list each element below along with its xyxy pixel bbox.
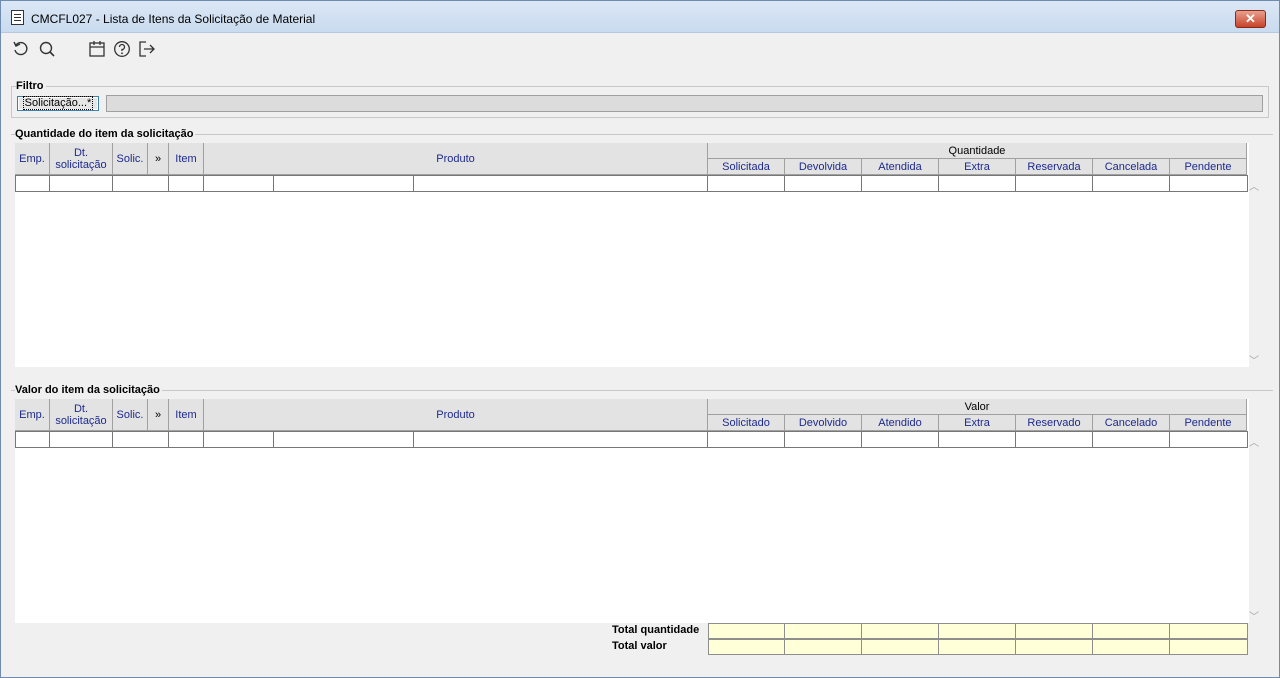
total-value-cell <box>1016 639 1093 655</box>
total-quantity-cell <box>1093 623 1170 639</box>
col-header-pendente[interactable]: Pendente <box>1170 415 1247 431</box>
col-header-dt-solicitacao[interactable]: Dt. solicitação <box>50 399 113 431</box>
value-group-label: Valor do item da solicitação <box>15 384 162 396</box>
row-cell[interactable] <box>708 175 785 192</box>
solicitacao-field <box>106 95 1263 112</box>
col-header-atendido[interactable]: Atendido <box>862 415 939 431</box>
col-header-emp[interactable]: Emp. <box>15 399 50 431</box>
row-cell[interactable] <box>113 175 169 192</box>
col-header-devolvido[interactable]: Devolvido <box>785 415 862 431</box>
total-quantity-cell <box>785 623 862 639</box>
col-header-emp[interactable]: Emp. <box>15 143 50 175</box>
row-cell[interactable] <box>939 431 1016 448</box>
client-area: Filtro Solicitação...* Quantidade do ite… <box>7 64 1273 668</box>
search-icon[interactable] <box>38 40 56 58</box>
total-value-cell <box>862 639 939 655</box>
total-quantity-cell <box>939 623 1016 639</box>
row-cell[interactable] <box>274 431 414 448</box>
refresh-icon[interactable] <box>12 40 30 58</box>
document-icon <box>11 10 24 25</box>
total-value-cell <box>785 639 862 655</box>
total-quantity-label: Total quantidade <box>612 624 700 636</box>
col-group-valor: Valor <box>708 399 1247 415</box>
col-header-item[interactable]: Item <box>169 399 204 431</box>
total-value-cell <box>939 639 1016 655</box>
col-header-extra[interactable]: Extra <box>939 415 1016 431</box>
col-header-produto[interactable]: Produto <box>204 399 708 431</box>
row-cell[interactable] <box>862 431 939 448</box>
row-cell[interactable] <box>274 175 414 192</box>
col-header-cancelado[interactable]: Cancelado <box>1093 415 1170 431</box>
total-quantity-cell <box>862 623 939 639</box>
scroll-up-icon[interactable]: ︿ <box>1249 434 1259 449</box>
col-header-produto[interactable]: Produto <box>204 143 708 175</box>
col-header-reservado[interactable]: Reservado <box>1016 415 1093 431</box>
col-header-devolvida[interactable]: Devolvida <box>785 159 862 175</box>
row-cell[interactable] <box>785 431 862 448</box>
value-grid[interactable]: Emp. Dt. solicitação Solic. » Item Produ… <box>15 399 1249 623</box>
col-group-quantidade: Quantidade <box>708 143 1247 159</box>
scroll-up-icon[interactable]: ︿ <box>1249 178 1259 193</box>
total-value-cell <box>708 639 785 655</box>
col-header-solic[interactable]: Solic. <box>113 399 148 431</box>
row-cell[interactable] <box>1170 431 1248 448</box>
total-quantity-cell <box>1016 623 1093 639</box>
row-cell[interactable] <box>204 431 274 448</box>
row-cell[interactable] <box>15 175 50 192</box>
col-header-extra[interactable]: Extra <box>939 159 1016 175</box>
col-header-atendida[interactable]: Atendida <box>862 159 939 175</box>
col-header-pendente[interactable]: Pendente <box>1170 159 1247 175</box>
row-cell[interactable] <box>15 431 50 448</box>
total-value-cell <box>1093 639 1170 655</box>
row-cell[interactable] <box>204 175 274 192</box>
quantity-group-label: Quantidade do item da solicitação <box>15 128 196 140</box>
col-header-solicitada[interactable]: Solicitada <box>708 159 785 175</box>
total-value-cell <box>1170 639 1248 655</box>
col-header-solicitado[interactable]: Solicitado <box>708 415 785 431</box>
row-cell[interactable] <box>1093 175 1170 192</box>
app-window: CMCFL027 - Lista de Itens da Solicitação… <box>0 0 1280 678</box>
total-quantity-cell <box>1170 623 1248 639</box>
exit-icon[interactable] <box>138 40 156 58</box>
col-header-solic[interactable]: Solic. <box>113 143 148 175</box>
row-cell[interactable] <box>785 175 862 192</box>
help-icon[interactable] <box>113 40 131 58</box>
row-cell[interactable] <box>1170 175 1248 192</box>
scroll-down-icon[interactable]: ﹀ <box>1249 352 1259 367</box>
col-header-dt-solicitacao[interactable]: Dt. solicitação <box>50 143 113 175</box>
col-header-reservada[interactable]: Reservada <box>1016 159 1093 175</box>
col-header-expand[interactable]: » <box>148 399 169 431</box>
row-cell[interactable] <box>1016 431 1093 448</box>
quantity-grid[interactable]: Emp. Dt. solicitação Solic. » Item Produ… <box>15 143 1249 367</box>
close-button[interactable]: ✕ <box>1235 10 1266 28</box>
row-cell[interactable] <box>50 431 113 448</box>
col-header-expand[interactable]: » <box>148 143 169 175</box>
calendar-icon[interactable] <box>88 40 106 58</box>
toolbar <box>7 34 1273 64</box>
col-header-item[interactable]: Item <box>169 143 204 175</box>
row-cell[interactable] <box>169 175 204 192</box>
solicitacao-button[interactable]: Solicitação...* <box>17 96 99 111</box>
total-quantity-cell <box>708 623 785 639</box>
row-cell[interactable] <box>414 431 708 448</box>
scroll-down-icon[interactable]: ﹀ <box>1249 608 1259 623</box>
row-cell[interactable] <box>939 175 1016 192</box>
row-cell[interactable] <box>1016 175 1093 192</box>
solicitacao-button-label: Solicitação...* <box>22 96 94 110</box>
row-cell[interactable] <box>414 175 708 192</box>
row-cell[interactable] <box>50 175 113 192</box>
col-header-cancelada[interactable]: Cancelada <box>1093 159 1170 175</box>
total-value-label: Total valor <box>612 640 667 652</box>
row-cell[interactable] <box>1093 431 1170 448</box>
title-bar: CMCFL027 - Lista de Itens da Solicitação… <box>1 1 1279 33</box>
row-cell[interactable] <box>169 431 204 448</box>
window-title: CMCFL027 - Lista de Itens da Solicitação… <box>31 12 316 26</box>
row-cell[interactable] <box>862 175 939 192</box>
row-cell[interactable] <box>708 431 785 448</box>
filter-label: Filtro <box>16 80 46 92</box>
row-cell[interactable] <box>113 431 169 448</box>
